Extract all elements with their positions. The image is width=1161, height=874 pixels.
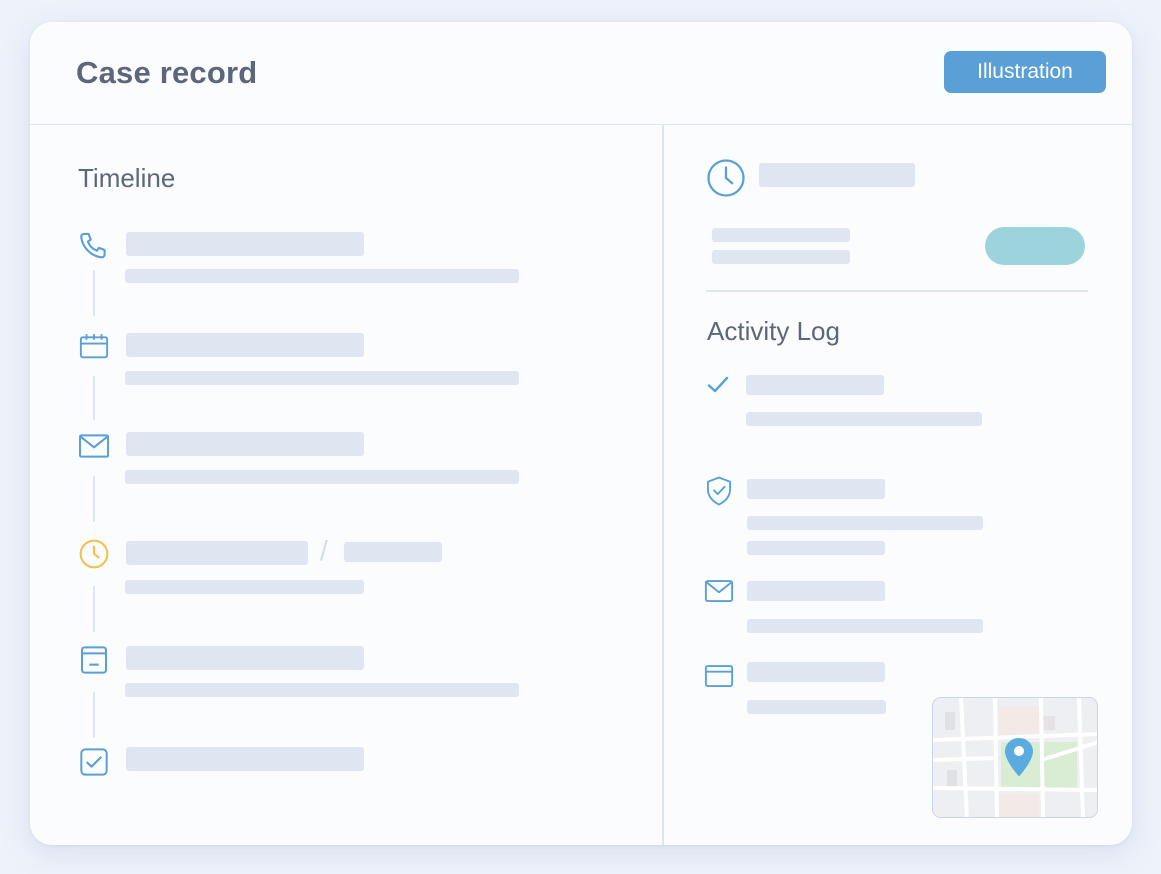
timeline-connector [93, 476, 95, 522]
timeline-connector [93, 270, 95, 316]
column-divider [662, 125, 664, 845]
activity-item-title-placeholder [747, 662, 885, 682]
activity-item-detail-placeholder [747, 541, 885, 555]
checkbox-icon [80, 748, 108, 776]
check-icon [707, 376, 729, 393]
activity-item-title-placeholder [746, 375, 884, 395]
timeline-item-meta-placeholder [344, 542, 442, 562]
timeline-item-title-placeholder [126, 747, 364, 771]
map-thumbnail[interactable] [932, 697, 1098, 818]
activity-item-detail-placeholder [747, 700, 886, 714]
status-pill[interactable] [985, 227, 1085, 265]
timeline-connector [93, 692, 95, 738]
activity-item-detail-placeholder [747, 516, 983, 530]
timeline-connector [93, 376, 95, 420]
mail-icon [79, 434, 109, 458]
browser-window-icon [704, 665, 734, 687]
page-title: Case record [76, 55, 258, 90]
activity-item-title-placeholder [747, 479, 885, 499]
activity-item-detail-placeholder [746, 412, 982, 426]
section-divider [706, 290, 1088, 292]
timeline-item-title-placeholder [126, 646, 364, 670]
shield-check-icon [707, 476, 731, 506]
illustration-badge[interactable]: Illustration [944, 51, 1106, 93]
mail-icon [704, 580, 734, 602]
document-icon [81, 646, 107, 674]
phone-icon [80, 232, 106, 259]
status-title-placeholder [759, 163, 915, 187]
status-detail-placeholder [712, 250, 850, 264]
calendar-icon [79, 334, 109, 359]
timeline-item-title-placeholder [126, 432, 364, 456]
timeline-item-detail-placeholder [125, 580, 364, 594]
timeline-item-detail-placeholder [125, 371, 519, 385]
clock-icon [79, 539, 109, 569]
timeline-item-detail-placeholder [125, 269, 519, 283]
case-record-card: Case record Illustration Timeline / Acti… [30, 22, 1132, 845]
timeline-title: Timeline [78, 163, 176, 193]
timeline-item-title-placeholder [126, 232, 364, 256]
separator-slash: / [320, 535, 328, 566]
timeline-item-title-placeholder [126, 333, 364, 357]
timeline-connector [93, 586, 95, 632]
activity-item-detail-placeholder [747, 619, 983, 633]
card-header: Case record Illustration [30, 22, 1132, 125]
status-detail-placeholder [712, 228, 850, 242]
map-graphic [933, 698, 1097, 817]
activity-item-title-placeholder [747, 581, 885, 601]
timeline-item-detail-placeholder [125, 470, 519, 484]
activity-log-title: Activity Log [707, 316, 840, 346]
timeline-item-title-placeholder [126, 541, 308, 565]
timeline-item-detail-placeholder [125, 683, 519, 697]
clock-icon [707, 159, 745, 197]
